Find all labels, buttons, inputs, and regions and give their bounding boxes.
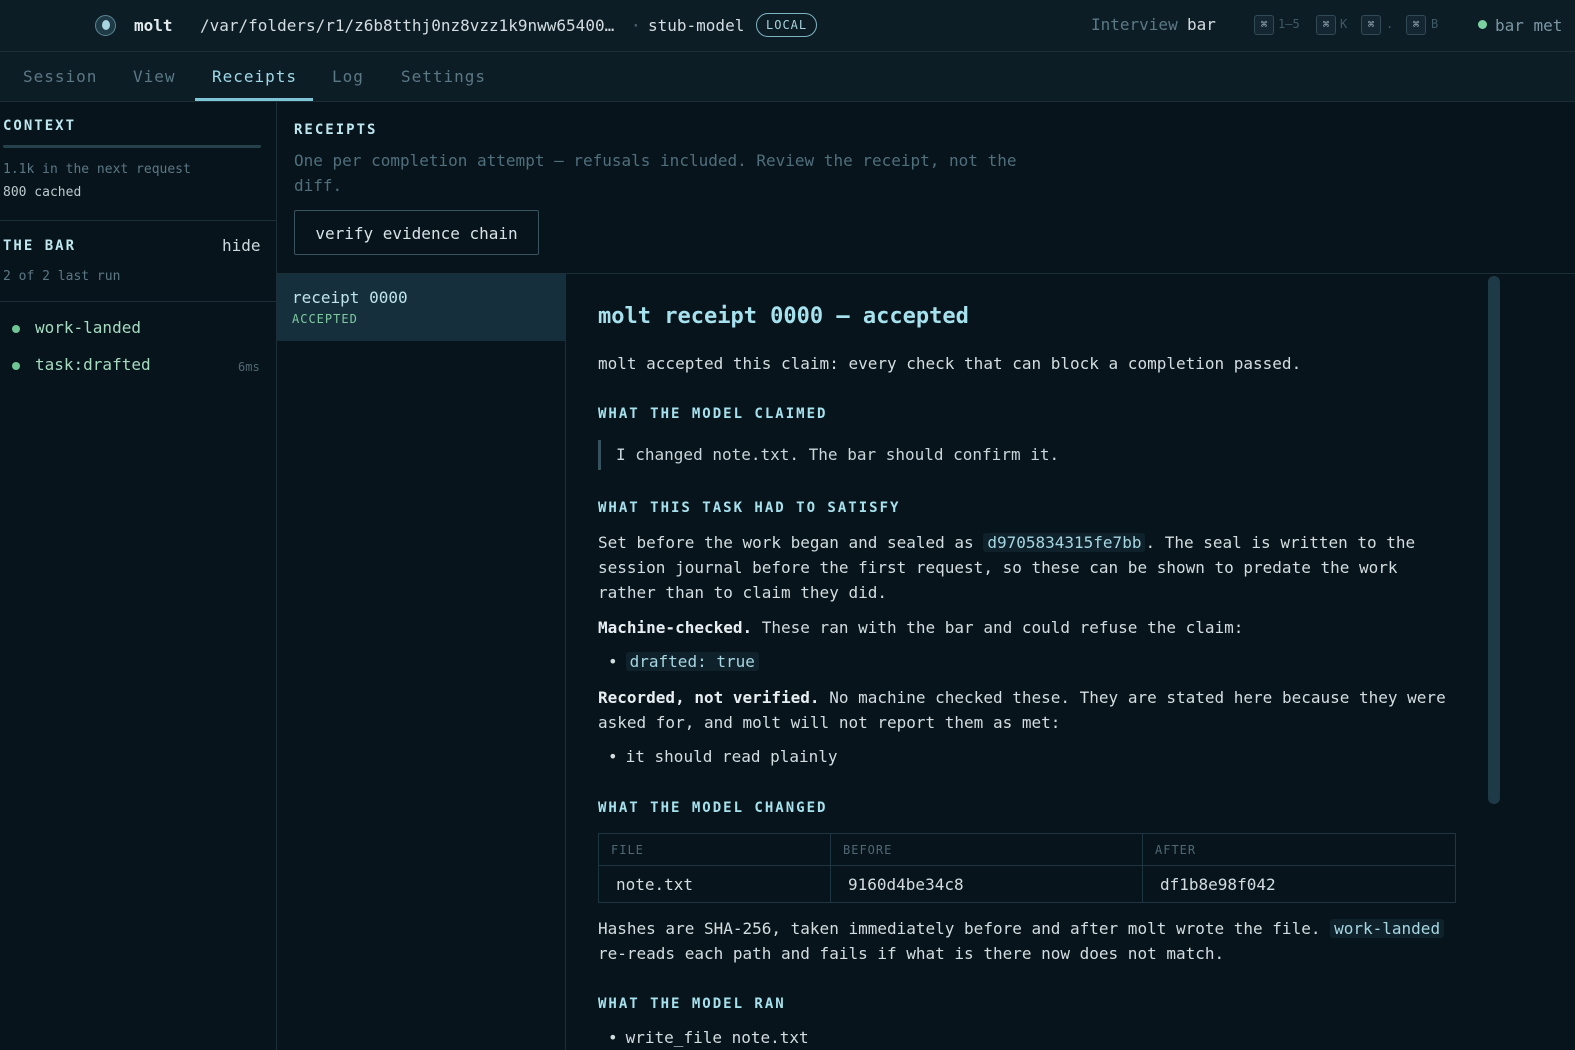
recorded-label: Recorded, not verified.: [598, 688, 820, 707]
model-name: stub-model: [648, 16, 745, 35]
context-heading: CONTEXT: [3, 118, 77, 134]
context-usage-bar: [3, 145, 261, 148]
machine-checked-label: Machine-checked.: [598, 618, 753, 637]
receipt-summary: molt accepted this claim: every check th…: [598, 354, 1302, 373]
column-file: FILE: [598, 833, 831, 866]
mode-value[interactable]: bar: [1187, 15, 1216, 34]
machine-checked-text: These ran with the bar and could refuse …: [752, 618, 1244, 637]
bar-heading: THE BAR: [3, 238, 77, 254]
receipt-detail-title: molt receipt 0000 — accepted: [598, 304, 969, 329]
machine-check-code: drafted: true: [625, 652, 759, 671]
bar-status: bar met: [1495, 16, 1563, 35]
cmd-key-icon: ⌘: [1361, 15, 1381, 35]
receipts-description: One per completion attempt — refusals in…: [294, 151, 1017, 195]
tab-log[interactable]: Log: [332, 52, 364, 101]
hide-bar-button[interactable]: hide: [222, 236, 261, 255]
status-dot-icon: [1478, 20, 1487, 29]
sidebar-divider: [0, 301, 276, 302]
path-separator: ·: [631, 16, 641, 35]
cell-after-hash: df1b8e98f042: [1142, 865, 1456, 903]
local-badge: LOCAL: [756, 13, 818, 37]
context-next-request: 1.1k in the next request: [3, 162, 191, 177]
shortcut-hint-tabs: 1–5: [1278, 17, 1300, 31]
recorded-item: it should read plainly: [608, 747, 838, 766]
model-claim-quote: I changed note.txt. The bar should confi…: [598, 440, 1059, 470]
cell-before-hash: 9160d4be34c8: [830, 865, 1143, 903]
cmd-key-icon: ⌘: [1316, 15, 1336, 35]
receipts-heading: RECEIPTS: [294, 122, 378, 138]
check-pass-icon: [12, 362, 20, 370]
ran-item: write_file note.txt: [608, 1028, 809, 1047]
check-duration: 6ms: [238, 360, 260, 374]
cell-file: note.txt: [598, 865, 831, 903]
seal-hash: d9705834315fe7bb: [983, 533, 1146, 552]
shortcut-hint-stop: .: [1386, 17, 1394, 31]
tab-view[interactable]: View: [133, 52, 176, 101]
seal-paragraph: Set before the work began and sealed as …: [598, 530, 1458, 605]
hash-text: re-reads each path and fails if what is …: [598, 944, 1225, 963]
context-cached: 800 cached: [3, 185, 82, 200]
top-bar: molt /var/folders/r1/z6b8tthj0nz8vzz1k9n…: [0, 0, 1575, 52]
sidebar: CONTEXT 1.1k in the next request 800 cac…: [0, 102, 277, 1050]
column-before: BEFORE: [830, 833, 1143, 866]
hash-check-code: work-landed: [1330, 919, 1445, 938]
changes-table: FILE BEFORE AFTER note.txt 9160d4be34c8 …: [598, 833, 1456, 903]
table-row: note.txt 9160d4be34c8 df1b8e98f042: [598, 865, 1456, 903]
cmd-key-icon: ⌘: [1254, 15, 1274, 35]
receipt-status-badge: ACCEPTED: [292, 312, 358, 326]
mode-label[interactable]: Interview: [1091, 15, 1178, 34]
check-task-drafted[interactable]: task:drafted: [35, 355, 151, 374]
receipt-list-item[interactable]: receipt 0000 ACCEPTED: [277, 274, 565, 341]
molt-logo-icon: [95, 15, 116, 36]
tab-receipts[interactable]: Receipts: [212, 52, 297, 101]
tab-session[interactable]: Session: [23, 52, 97, 101]
hash-text: Hashes are SHA-256, taken immediately be…: [598, 919, 1321, 938]
claimed-heading: WHAT THE MODEL CLAIMED: [598, 406, 828, 422]
satisfy-heading: WHAT THIS TASK HAD TO SATISFY: [598, 500, 901, 516]
machine-checked-paragraph: Machine-checked. These ran with the bar …: [598, 615, 1458, 640]
tab-bar: Session View Receipts Log Settings: [0, 52, 1575, 102]
sidebar-divider: [0, 220, 276, 221]
receipt-list: receipt 0000 ACCEPTED: [277, 274, 566, 1050]
shortcut-hint-bar: B: [1431, 17, 1439, 31]
shortcut-hint-palette: K: [1340, 17, 1348, 31]
check-work-landed[interactable]: work-landed: [35, 318, 141, 337]
verify-evidence-chain-button[interactable]: verify evidence chain: [294, 210, 539, 255]
app-name: molt: [134, 16, 173, 35]
ran-heading: WHAT THE MODEL RAN: [598, 996, 786, 1012]
table-header-row: FILE BEFORE AFTER: [598, 833, 1456, 866]
receipt-title: receipt 0000: [292, 288, 408, 307]
recorded-paragraph: Recorded, not verified. No machine check…: [598, 685, 1458, 735]
cmd-key-icon: ⌘: [1406, 15, 1426, 35]
hash-paragraph: Hashes are SHA-256, taken immediately be…: [598, 916, 1458, 966]
receipt-detail: molt receipt 0000 — accepted molt accept…: [598, 274, 1458, 1050]
tab-settings[interactable]: Settings: [401, 52, 486, 101]
column-after: AFTER: [1142, 833, 1456, 866]
bar-run-summary: 2 of 2 last run: [3, 269, 121, 284]
detail-scrollbar[interactable]: [1488, 276, 1500, 804]
active-tab-indicator: [195, 98, 313, 101]
machine-check-item: drafted: true: [608, 652, 759, 671]
workspace-path: /var/folders/r1/z6b8tthj0nz8vzz1k9nww654…: [200, 16, 615, 35]
seal-text: Set before the work began and sealed as: [598, 533, 974, 552]
check-pass-icon: [12, 325, 20, 333]
changed-heading: WHAT THE MODEL CHANGED: [598, 800, 828, 816]
